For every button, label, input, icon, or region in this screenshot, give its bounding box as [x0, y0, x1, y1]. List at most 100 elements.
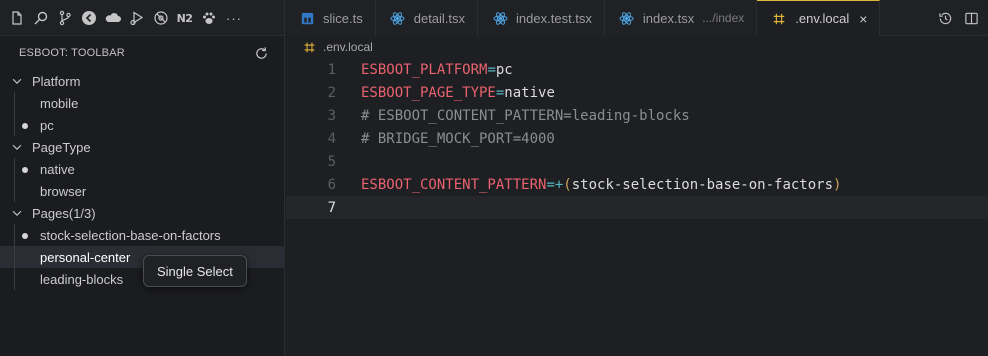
n2-text-icon[interactable]: N2	[174, 6, 195, 30]
line-number: 1	[327, 61, 336, 78]
selected-dot-icon	[22, 167, 28, 173]
comment: # ESBOOT_CONTENT_PATTERN=leading-blocks	[361, 107, 690, 124]
env-file-icon	[771, 11, 787, 27]
sidebar-header: ESBOOT: TOOLBAR	[0, 36, 284, 70]
tree-group-platform[interactable]: Platform	[0, 70, 284, 92]
history-icon[interactable]	[936, 9, 954, 27]
run-debug-icon[interactable]	[126, 6, 147, 30]
no-bug-icon[interactable]	[150, 6, 171, 30]
react-file-icon	[619, 10, 635, 26]
activity-bar: N2 ···	[0, 0, 285, 36]
comment: # BRIDGE_MOCK_PORT=4000	[361, 130, 555, 147]
paren: (	[563, 176, 572, 193]
env-value: pc	[495, 61, 513, 78]
refresh-icon[interactable]	[252, 44, 270, 62]
tab-description: .../index	[702, 11, 745, 25]
indent-guide	[14, 92, 15, 136]
close-icon[interactable]: ×	[859, 11, 867, 27]
item-label: personal-center	[40, 249, 131, 265]
tab-label: slice.ts	[323, 10, 363, 26]
paw-icon[interactable]	[198, 6, 219, 30]
split-editor-icon[interactable]	[962, 9, 980, 27]
line-number: 3	[327, 107, 336, 124]
line-number: 6	[327, 176, 336, 193]
title-tab-bar: N2 ··· slice.ts detail.tsx index.test.ts…	[0, 0, 988, 36]
item-label: leading-blocks	[40, 271, 124, 287]
tab-index-tsx[interactable]: index.tsx .../index	[604, 0, 758, 36]
env-value: stock-selection-base-on-factors	[571, 176, 834, 193]
sidebar-title: ESBOOT: TOOLBAR	[19, 47, 125, 59]
group-label: PageType	[32, 139, 91, 155]
cloud-icon[interactable]	[102, 6, 123, 30]
react-file-icon	[390, 10, 406, 26]
chevron-down-icon	[9, 73, 25, 89]
line-text: ESBOOT_PAGE_TYPE=native	[336, 85, 555, 101]
operator: =	[487, 61, 496, 78]
n2-label: N2	[176, 11, 193, 25]
sidebar: ESBOOT: TOOLBAR Platform mobile pc PageT…	[0, 36, 285, 356]
typescript-file-icon	[299, 10, 315, 26]
item-label: browser	[40, 183, 87, 199]
item-label: pc	[40, 117, 54, 133]
tree-group-pagetype[interactable]: PageType	[0, 136, 284, 158]
code-line-current[interactable]: 7	[286, 196, 988, 219]
source-control-icon[interactable]	[54, 6, 75, 30]
env-key: ESBOOT_CONTENT_PATTERN	[361, 176, 547, 193]
tab-label: detail.tsx	[413, 10, 466, 26]
line-text: ESBOOT_PLATFORM=pc	[336, 62, 513, 78]
tab-env-local[interactable]: .env.local ×	[757, 0, 881, 36]
group-label: Platform	[32, 73, 81, 89]
paren: )	[833, 176, 842, 193]
more-icon[interactable]: ···	[222, 11, 242, 26]
group-label: Pages(1/3)	[32, 205, 96, 221]
item-label: stock-selection-base-on-factors	[40, 227, 221, 243]
editor[interactable]: .env.local 1 ESBOOT_PLATFORM=pc 2 ESBOOT…	[286, 36, 988, 356]
chevron-down-icon	[9, 139, 25, 155]
timeline-icon[interactable]	[78, 6, 99, 30]
code-line: 3 # ESBOOT_CONTENT_PATTERN=leading-block…	[286, 104, 988, 127]
selected-dot-icon	[22, 123, 28, 129]
indent-guide	[14, 224, 15, 290]
line-number: 7	[327, 199, 336, 216]
tab-label: index.tsx	[642, 10, 695, 26]
tab-slice-ts[interactable]: slice.ts	[285, 0, 376, 36]
tooltip: Single Select	[143, 255, 247, 287]
react-file-icon	[492, 10, 508, 26]
tree-item-native[interactable]: native	[0, 158, 284, 180]
code-line: 1 ESBOOT_PLATFORM=pc	[286, 58, 988, 81]
breadcrumb-file[interactable]: .env.local	[323, 40, 373, 54]
tree-item-browser[interactable]: browser	[0, 180, 284, 202]
tab-detail-tsx[interactable]: detail.tsx	[375, 0, 479, 36]
selected-dot-icon	[22, 233, 28, 239]
files-icon[interactable]	[6, 6, 27, 30]
code-line: 6 ESBOOT_CONTENT_PATTERN=+(stock-selecti…	[286, 173, 988, 196]
env-value: native	[504, 84, 555, 101]
editor-tabs: slice.ts detail.tsx index.test.tsx index…	[285, 0, 928, 36]
tab-label: .env.local	[795, 11, 850, 26]
code-line: 5	[286, 150, 988, 173]
indent-guide	[14, 158, 15, 202]
operator: =+	[546, 176, 564, 193]
tree-item-stock-selection[interactable]: stock-selection-base-on-factors	[0, 224, 284, 246]
line-text: ESBOOT_CONTENT_PATTERN=+(stock-selection…	[336, 177, 841, 193]
tree-group-pages[interactable]: Pages(1/3)	[0, 202, 284, 224]
breadcrumb: .env.local	[286, 36, 988, 58]
search-icon[interactable]	[30, 6, 51, 30]
env-key: ESBOOT_PAGE_TYPE	[361, 84, 496, 101]
editor-actions	[928, 0, 988, 36]
code-line: 4 # BRIDGE_MOCK_PORT=4000	[286, 127, 988, 150]
env-key: ESBOOT_PLATFORM	[361, 61, 488, 78]
code-area[interactable]: 1 ESBOOT_PLATFORM=pc 2 ESBOOT_PAGE_TYPE=…	[286, 58, 988, 219]
code-line: 2 ESBOOT_PAGE_TYPE=native	[286, 81, 988, 104]
tree-item-pc[interactable]: pc	[0, 114, 284, 136]
tree-item-mobile[interactable]: mobile	[0, 92, 284, 114]
tab-label: index.test.tsx	[516, 10, 592, 26]
chevron-down-icon	[9, 205, 25, 221]
line-number: 4	[327, 130, 336, 147]
item-label: mobile	[40, 95, 79, 111]
tab-index-test-tsx[interactable]: index.test.tsx	[478, 0, 605, 36]
line-number: 5	[327, 153, 336, 170]
line-number: 2	[327, 84, 336, 101]
env-file-icon	[301, 39, 317, 55]
item-label: native	[40, 161, 75, 177]
